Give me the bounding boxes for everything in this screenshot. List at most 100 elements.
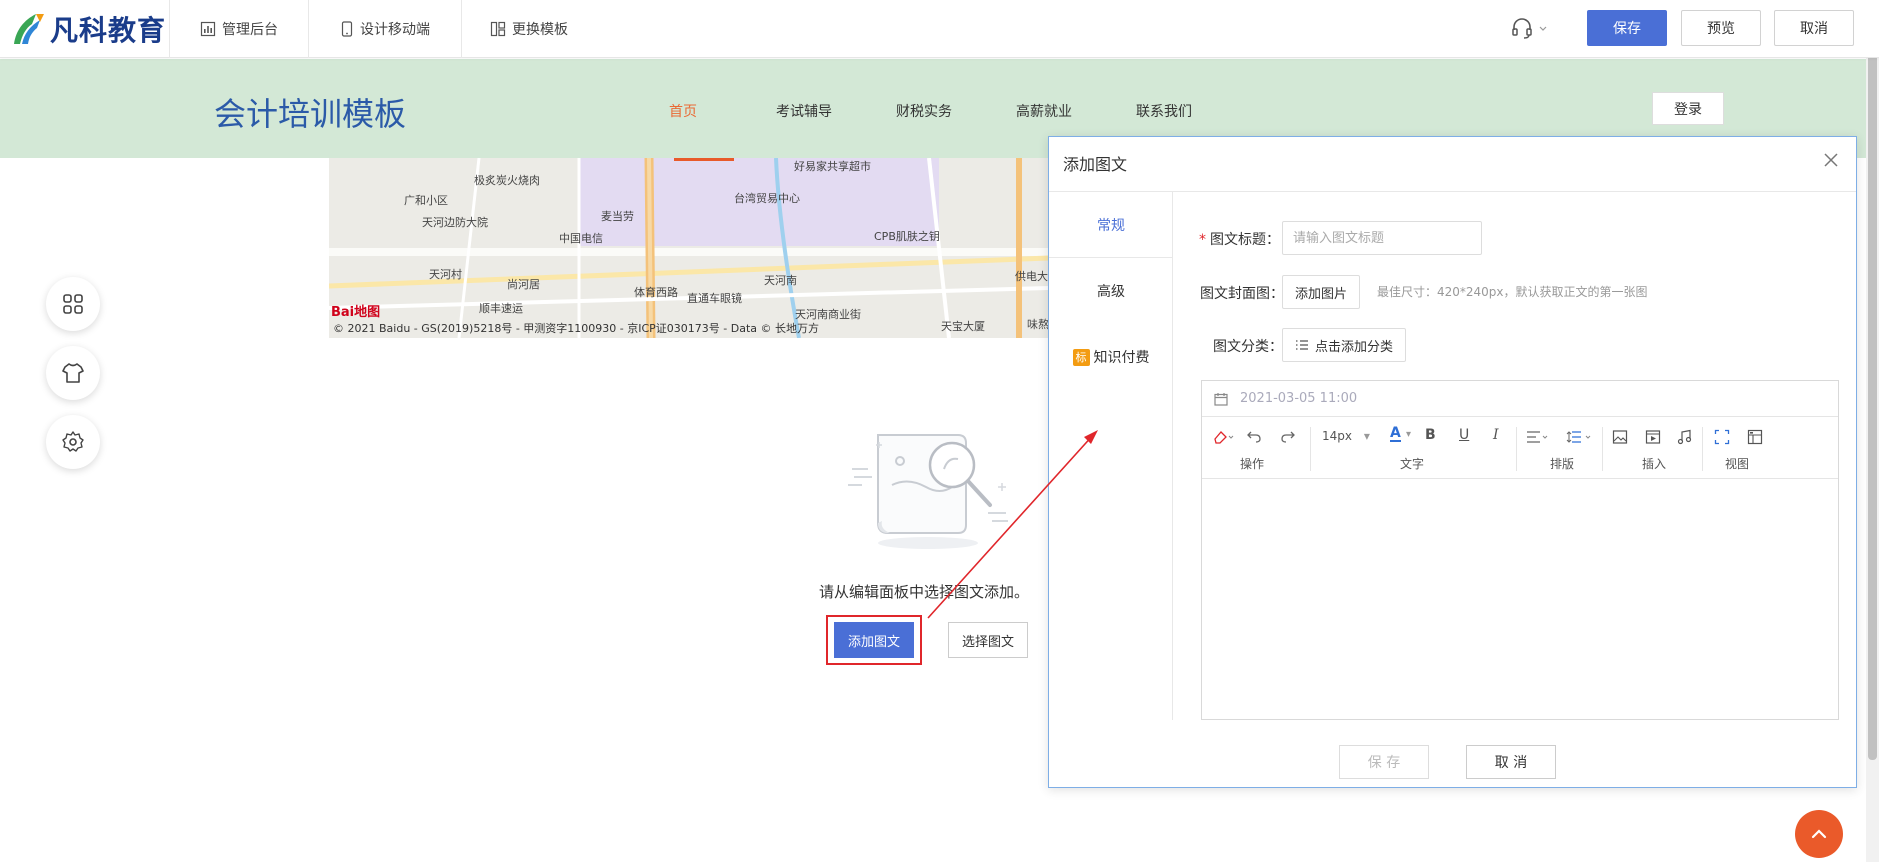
map-label: 中国电信: [559, 232, 603, 245]
tab-advanced[interactable]: 高级: [1049, 258, 1173, 324]
brand-logo[interactable]: 凡科教育: [10, 8, 166, 50]
map-label: 极炙炭火烧肉: [474, 174, 540, 187]
divider: [169, 0, 170, 58]
cover-field-label: 图文封面图：: [1200, 286, 1284, 302]
title-field-label-text: 图文标题：: [1210, 232, 1280, 248]
font-size-select[interactable]: 14px ▾: [1322, 429, 1370, 443]
redo-icon[interactable]: [1280, 429, 1296, 445]
nav-mobile-design[interactable]: 设计移动端: [340, 0, 430, 58]
font-size-value: 14px: [1322, 429, 1352, 443]
underline-icon[interactable]: U: [1459, 427, 1469, 443]
nav-change-template[interactable]: 更换模板: [490, 0, 568, 58]
divider: [1516, 427, 1517, 471]
calendar-icon: [1214, 393, 1228, 406]
map-copyright: © 2021 Baidu - GS(2019)5218号 - 甲测资字11009…: [333, 322, 820, 335]
page-scrollbar[interactable]: [1866, 0, 1879, 862]
select-article-button[interactable]: 选择图文: [948, 622, 1028, 658]
empty-illustration-icon: [848, 434, 1008, 549]
map-label: 天河南: [764, 274, 797, 287]
toolbar-group-label: 操作: [1240, 457, 1265, 471]
template-nav-tax[interactable]: 财税实务: [896, 101, 952, 121]
scroll-to-top-button[interactable]: [1795, 810, 1843, 858]
add-image-button[interactable]: 添加图片: [1282, 275, 1361, 309]
divider: [1602, 427, 1603, 471]
tab-advanced-label: 高级: [1097, 284, 1125, 300]
tab-paid-knowledge[interactable]: 标 知识付费: [1049, 324, 1173, 390]
editor-toolbar: 14px ▾ A ▾ B U I 操作 文字 排版 插入 视图: [1202, 417, 1838, 479]
save-button[interactable]: 保存: [1587, 10, 1667, 46]
title-field-label: * 图文标题：: [1199, 229, 1280, 249]
chart-icon: [200, 21, 216, 37]
add-category-button[interactable]: 点击添加分类: [1282, 328, 1407, 362]
template-nav-contact[interactable]: 联系我们: [1136, 101, 1192, 121]
music-icon[interactable]: [1677, 429, 1693, 445]
preview-button[interactable]: 预览: [1681, 10, 1761, 46]
tab-general[interactable]: 常规: [1049, 192, 1173, 258]
template-title[interactable]: 会计培训模板: [214, 89, 406, 135]
fullscreen-icon[interactable]: [1714, 429, 1730, 445]
map-label: 好易家共享超市: [794, 160, 871, 173]
line-height-icon[interactable]: [1566, 429, 1594, 445]
rich-text-editor: 2021-03-05 11:00 14px ▾ A ▾ B U I 操作 文字: [1201, 380, 1839, 720]
dialog-save-button[interactable]: 保 存: [1339, 745, 1429, 779]
source-code-icon[interactable]: [1747, 429, 1763, 445]
map-label: 体育西路: [634, 286, 678, 299]
toolbar-group-label: 文字: [1400, 457, 1425, 471]
headset-icon: [1512, 18, 1532, 39]
bold-icon[interactable]: B: [1425, 427, 1436, 443]
map-label: 台湾贸易中心: [734, 192, 800, 205]
close-icon[interactable]: [1820, 149, 1842, 171]
video-icon[interactable]: [1645, 429, 1661, 445]
tab-paid-knowledge-label: 知识付费: [1093, 350, 1150, 366]
dialog-title: 添加图文: [1063, 155, 1128, 174]
add-category-label: 点击添加分类: [1315, 339, 1394, 355]
eraser-icon[interactable]: [1212, 429, 1234, 445]
chevron-down-icon: ▾: [1363, 429, 1370, 443]
template-nav-home[interactable]: 首页: [669, 101, 697, 121]
cancel-button[interactable]: 取消: [1774, 10, 1854, 46]
top-toolbar: 凡科教育 管理后台 设计移动端 更换模板 保存 预览 取消: [0, 0, 1879, 58]
settings-button[interactable]: [46, 415, 100, 469]
modules-button[interactable]: [46, 277, 100, 331]
dialog-tabs: 常规 高级 标 知识付费: [1049, 192, 1173, 720]
nav-admin-label: 管理后台: [222, 22, 278, 38]
map-label: 味熬: [1027, 318, 1049, 331]
map-label: 天河边防大院: [422, 216, 488, 229]
theme-button[interactable]: [46, 346, 100, 400]
baidu-map[interactable]: 好易家共享超市 极炙炭火烧肉 台湾贸易中心 广和小区 麦当劳 天河边防大院 中国…: [329, 158, 1049, 338]
template-icon: [490, 21, 506, 37]
grid-icon: [63, 294, 83, 314]
title-input[interactable]: [1282, 221, 1482, 255]
chevron-up-icon: [1811, 829, 1827, 839]
italic-icon[interactable]: I: [1493, 427, 1499, 443]
scrollbar-thumb[interactable]: [1868, 0, 1877, 760]
login-button[interactable]: 登录: [1652, 92, 1724, 125]
template-nav-employment[interactable]: 高薪就业: [1016, 101, 1072, 121]
tab-badge-icon: 标: [1072, 348, 1090, 366]
category-field-label: 图文分类：: [1213, 339, 1283, 355]
support-menu[interactable]: [1510, 16, 1548, 40]
editor-content-area[interactable]: [1202, 479, 1838, 719]
publish-date-field[interactable]: 2021-03-05 11:00: [1202, 381, 1838, 417]
map-label: 天河村: [429, 268, 462, 281]
map-label: 天宝大厦: [941, 320, 985, 333]
undo-icon[interactable]: [1246, 429, 1262, 445]
gear-icon: [62, 431, 84, 452]
chevron-down-icon: [1539, 26, 1547, 31]
map-label: CPB肌肤之钥: [874, 230, 940, 243]
font-color-icon[interactable]: A: [1390, 426, 1401, 442]
mobile-icon: [341, 21, 353, 37]
divider: [308, 0, 309, 58]
publish-date-value: 2021-03-05 11:00: [1240, 391, 1358, 406]
template-nav-exam[interactable]: 考试辅导: [776, 101, 832, 121]
dialog-cancel-button[interactable]: 取 消: [1466, 745, 1556, 779]
add-article-button[interactable]: 添加图文: [834, 622, 914, 658]
align-icon[interactable]: [1526, 429, 1550, 445]
list-icon: [1296, 340, 1308, 350]
map-label: 麦当劳: [601, 210, 634, 223]
map-label: 广和小区: [404, 194, 448, 207]
image-icon[interactable]: [1612, 429, 1628, 445]
toolbar-group-label: 视图: [1725, 457, 1750, 471]
nav-admin[interactable]: 管理后台: [200, 0, 278, 58]
nav-mobile-design-label: 设计移动端: [360, 22, 430, 38]
